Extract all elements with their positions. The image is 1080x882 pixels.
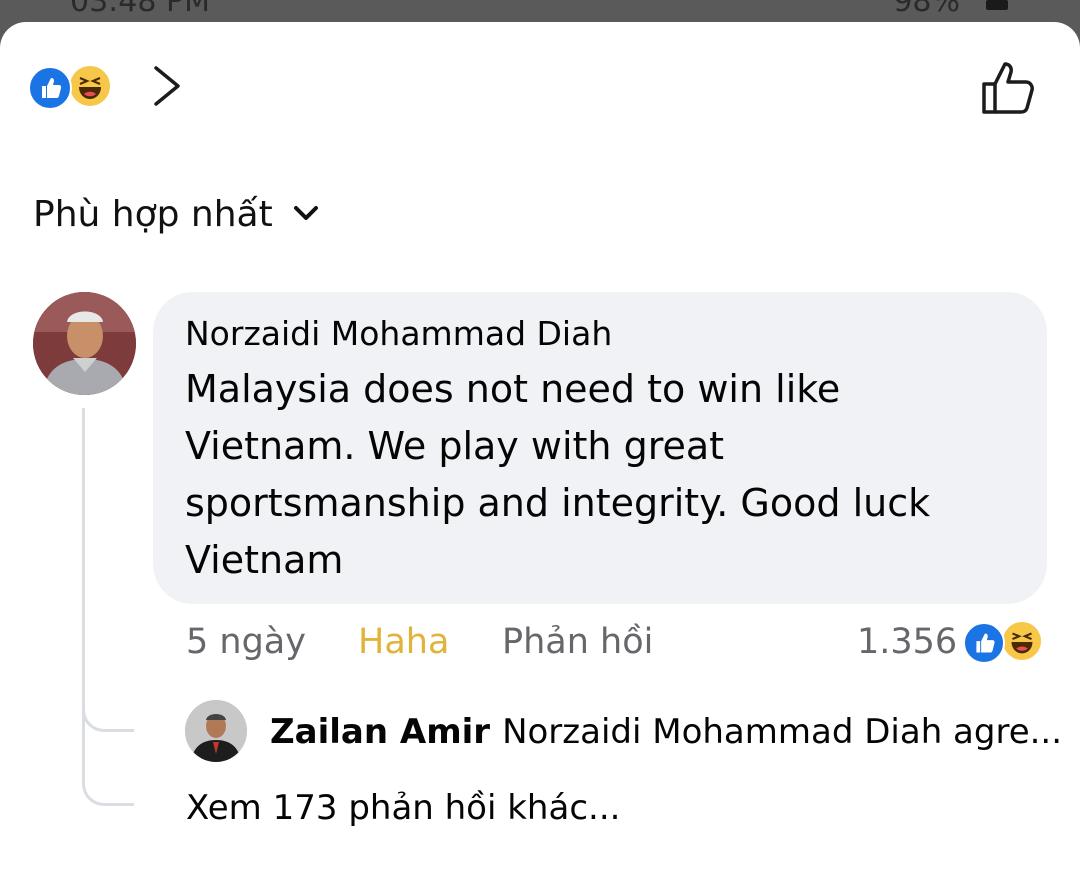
like-reaction-icon <box>963 622 1005 664</box>
avatar[interactable] <box>33 292 136 395</box>
chevron-down-icon <box>293 204 319 224</box>
battery-icon <box>986 0 1008 10</box>
reaction-summary[interactable] <box>28 64 118 110</box>
reply-preview[interactable]: Zailan Amir Norzaidi Mohammad Diah agre..… <box>270 710 1062 754</box>
comment-line: Vietnam <box>185 538 344 582</box>
comment-line: sportsmanship and integrity. Good luck <box>185 481 931 525</box>
haha-reaction-icon <box>68 64 112 108</box>
comment-timestamp: 5 ngày <box>186 622 306 662</box>
comment-line: Vietnam. We play with great <box>185 424 725 468</box>
sort-label: Phù hợp nhất <box>33 193 273 235</box>
battery-level: 98% <box>893 0 960 19</box>
chevron-right-icon[interactable] <box>150 64 186 108</box>
thread-connector <box>82 408 134 806</box>
comment-reactions[interactable] <box>963 618 1053 664</box>
status-time: 03:48 PM <box>70 0 210 19</box>
haha-reaction-icon <box>1001 620 1043 662</box>
reaction-button[interactable]: Haha <box>358 618 449 666</box>
like-outline-icon[interactable] <box>978 58 1040 116</box>
like-reaction-icon <box>28 66 72 110</box>
comment-bubble[interactable]: Norzaidi Mohammad Diah Malaysia does not… <box>153 292 1047 604</box>
status-bar: 03:48 PM 98% <box>0 0 1080 24</box>
view-more-replies-link[interactable]: Xem 173 phản hồi khác... <box>186 786 620 830</box>
reply-author[interactable]: Zailan Amir <box>270 712 490 752</box>
sort-dropdown[interactable]: Phù hợp nhất <box>33 190 319 238</box>
reaction-count[interactable]: 1.356 <box>857 618 957 666</box>
reply-avatar[interactable] <box>185 700 247 762</box>
comment-line: Malaysia does not need to win like <box>185 367 841 411</box>
thread-branch-connector <box>82 682 134 732</box>
comment-author[interactable]: Norzaidi Mohammad Diah <box>185 312 1015 356</box>
reply-text: Norzaidi Mohammad Diah agre... <box>502 712 1063 752</box>
reply-button[interactable]: Phản hồi <box>502 618 653 666</box>
comment-text: Malaysia does not need to win like Vietn… <box>185 361 1015 589</box>
reactions-sheet: Phù hợp nhất Norzaidi Mohammad Diah Mala… <box>0 22 1080 882</box>
